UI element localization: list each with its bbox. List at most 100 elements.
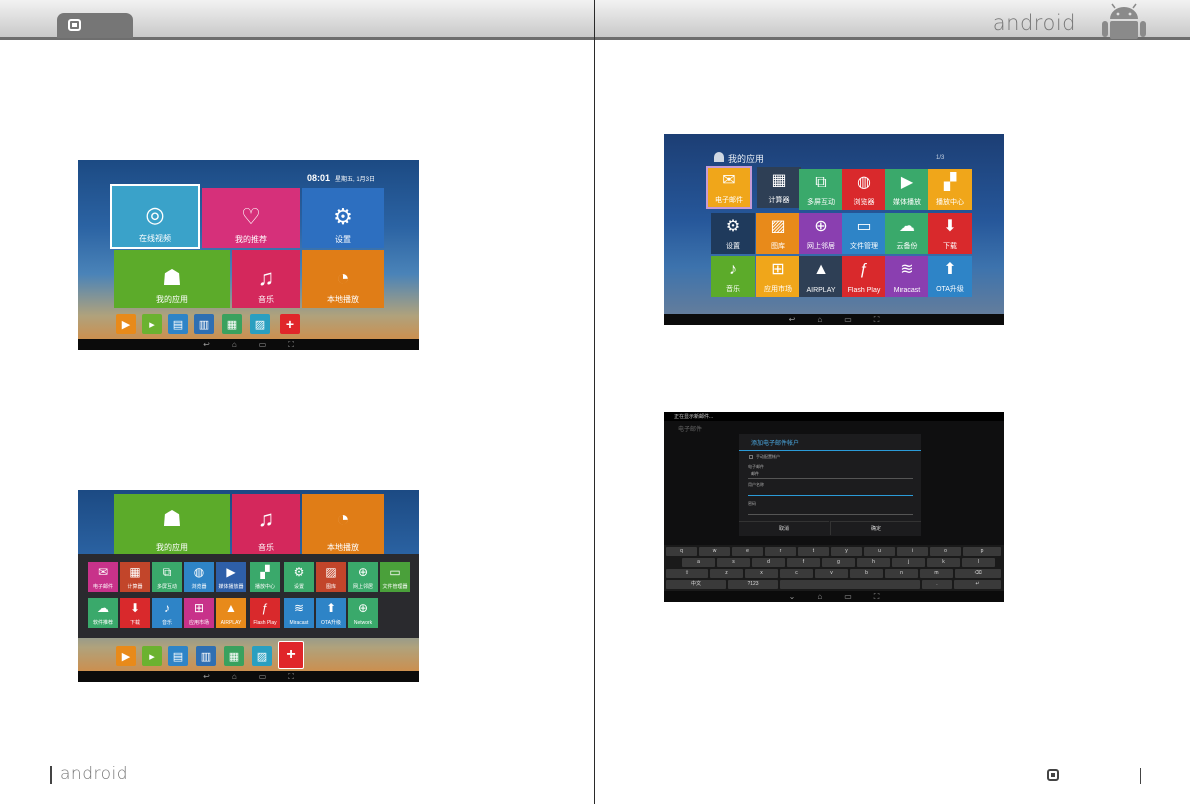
period-key[interactable]: . (922, 580, 952, 589)
app-tile[interactable]: ▶ 媒体播放 (885, 169, 929, 210)
keyboard-hide-icon[interactable]: ⌄ (789, 592, 796, 601)
app-tile[interactable]: ♪ 音乐 (711, 256, 755, 297)
drawer-app[interactable]: ▞ 播放中心 (250, 562, 280, 592)
cancel-button[interactable]: 取消 (739, 521, 829, 535)
key[interactable]: f (787, 558, 820, 567)
drawer-app[interactable]: ⚙ 设置 (284, 562, 314, 592)
drawer-app[interactable]: ▦ 计算器 (120, 562, 150, 592)
recents-icon[interactable]: ▭ (259, 672, 267, 681)
screenshot-icon[interactable]: ⛶ (874, 592, 880, 601)
screenshot-icon[interactable]: ⛶ (874, 315, 880, 324)
dock-printer[interactable]: ▥ (194, 314, 214, 334)
drawer-app[interactable]: ▨ 图库 (316, 562, 346, 592)
home-icon[interactable]: ⌂ (232, 672, 237, 681)
backspace-key[interactable]: ⌫ (955, 569, 1001, 578)
dock-play[interactable]: ▶ (116, 314, 136, 334)
field1-value[interactable]: 邮件 (751, 471, 759, 477)
back-icon[interactable]: ↩ (203, 672, 210, 681)
app-tile[interactable]: ⊞ 应用市场 (756, 256, 800, 297)
app-tile[interactable]: ƒ Flash Play (842, 256, 886, 297)
dock-briefcase[interactable]: ▤ (168, 646, 188, 666)
drawer-app[interactable]: ✉ 电子邮件 (88, 562, 118, 592)
key[interactable]: n (885, 569, 918, 578)
key[interactable]: q (666, 547, 697, 556)
back-icon[interactable]: ↩ (203, 340, 210, 349)
key[interactable]: k (927, 558, 960, 567)
key[interactable]: b (850, 569, 883, 578)
key[interactable]: o (930, 547, 961, 556)
app-tile[interactable]: ⧉ 多屏互动 (799, 169, 843, 210)
ok-button[interactable]: 确定 (830, 521, 921, 535)
app-tile[interactable]: ☁ 云备份 (885, 213, 929, 254)
app-tile[interactable]: ▲ AIRPLAY (799, 256, 843, 297)
key[interactable]: w (699, 547, 730, 556)
dock-calculator[interactable]: ▦ (222, 314, 242, 334)
key[interactable]: r (765, 547, 796, 556)
dock-plus[interactable]: + (280, 314, 300, 334)
key[interactable]: x (745, 569, 778, 578)
app-tile[interactable]: ⊕ 网上邻居 (799, 213, 843, 254)
key[interactable]: y (831, 547, 862, 556)
key[interactable]: i (897, 547, 928, 556)
dock-briefcase[interactable]: ▤ (168, 314, 188, 334)
key[interactable]: e (732, 547, 763, 556)
key[interactable]: m (920, 569, 953, 578)
tile-music[interactable]: ♫ 音乐 (232, 250, 300, 308)
password-input[interactable] (748, 514, 913, 515)
app-tile[interactable]: ▭ 文件管理 (842, 213, 886, 254)
drawer-app[interactable]: ⧉ 多屏互动 (152, 562, 182, 592)
screenshot-icon[interactable]: ⛶ (288, 340, 294, 349)
app-tile[interactable]: ⬇ 下载 (928, 213, 972, 254)
key[interactable]: j (892, 558, 925, 567)
app-tile[interactable]: ⬆ OTA升级 (928, 256, 972, 297)
key[interactable]: s (717, 558, 750, 567)
key[interactable]: d (752, 558, 785, 567)
dock-play[interactable]: ▶ (116, 646, 136, 666)
key[interactable]: h (857, 558, 890, 567)
tile-settings[interactable]: ⚙ 设置 (302, 188, 384, 248)
tile-recommend[interactable]: ♡ 我的推荐 (202, 188, 300, 248)
home-icon[interactable]: ⌂ (232, 340, 237, 349)
drawer-app[interactable]: ƒ Flash Play (250, 598, 280, 628)
username-input[interactable] (748, 495, 913, 496)
manual-config-checkbox[interactable] (749, 455, 753, 459)
recents-icon[interactable]: ▭ (844, 592, 852, 601)
key[interactable]: p (963, 547, 1001, 556)
app-tile[interactable]: ⚙ 设置 (711, 213, 755, 254)
drawer-app[interactable]: ♪ 音乐 (152, 598, 182, 628)
tile-local-play[interactable]: ◔ 本地播放 (302, 494, 384, 556)
key[interactable]: v (815, 569, 848, 578)
tile-music[interactable]: ♫ 音乐 (232, 494, 300, 556)
shift-key[interactable]: ⇧ (666, 569, 708, 578)
back-icon[interactable]: ↩ (789, 315, 796, 324)
tile-online-video[interactable]: ◎ 在线视频 (110, 184, 200, 249)
app-tile[interactable]: ▞ 播放中心 (928, 169, 972, 210)
app-tile[interactable]: ✉ 电子邮件 (706, 166, 752, 209)
recents-icon[interactable]: ▭ (259, 340, 267, 349)
drawer-app[interactable]: ⊕ 网上邻居 (348, 562, 378, 592)
key[interactable]: c (780, 569, 813, 578)
key[interactable]: g (822, 558, 855, 567)
screenshot-icon[interactable]: ⛶ (288, 672, 294, 681)
home-icon[interactable]: ⌂ (817, 315, 822, 324)
key[interactable]: t (798, 547, 829, 556)
key[interactable]: z (710, 569, 743, 578)
enter-key[interactable]: ↵ (954, 580, 1001, 589)
language-key[interactable]: 中文 (666, 580, 726, 589)
tile-local-play[interactable]: ◔ 本地播放 (302, 250, 384, 308)
dock-plus[interactable]: + (278, 641, 304, 669)
drawer-app[interactable]: ⬆ OTA升级 (316, 598, 346, 628)
dock-video[interactable]: ▸ (142, 646, 162, 666)
drawer-app[interactable]: ◍ 浏览器 (184, 562, 214, 592)
app-tile[interactable]: ◍ 浏览器 (842, 169, 886, 210)
drawer-app[interactable]: ⊕ Network (348, 598, 378, 628)
dock-calculator[interactable]: ▦ (224, 646, 244, 666)
dock-picture[interactable]: ▨ (250, 314, 270, 334)
tile-my-apps[interactable]: ☗ 我的应用 (114, 250, 230, 308)
tile-my-apps[interactable]: ☗ 我的应用 (114, 494, 230, 556)
drawer-app[interactable]: ≋ Miracast (284, 598, 314, 628)
symbols-key[interactable]: ?123 (728, 580, 778, 589)
dock-printer[interactable]: ▥ (196, 646, 216, 666)
recents-icon[interactable]: ▭ (844, 315, 852, 324)
key[interactable]: a (682, 558, 715, 567)
